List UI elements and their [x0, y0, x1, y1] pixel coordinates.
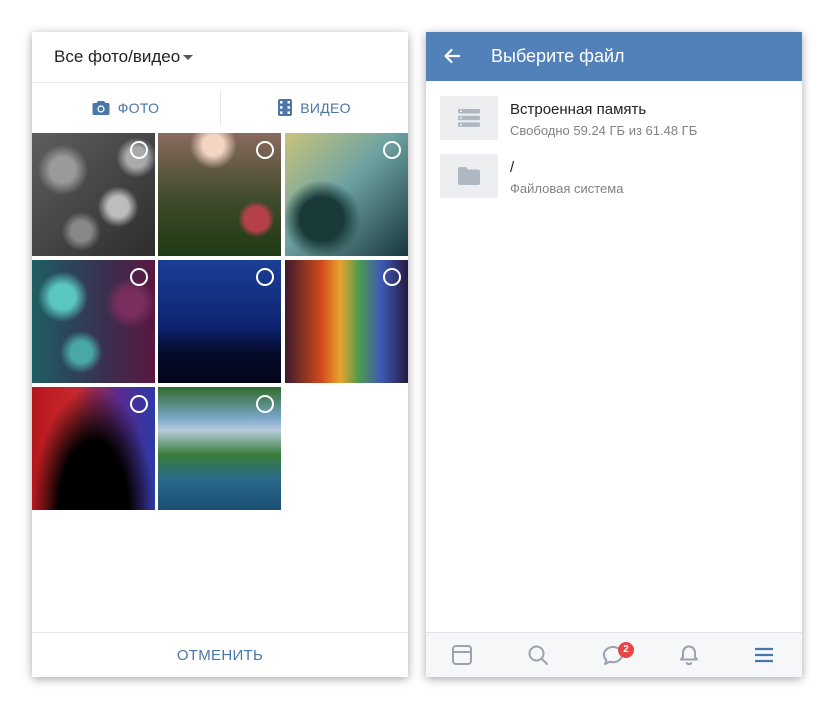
- select-circle[interactable]: [256, 141, 274, 159]
- file-item-name: /: [510, 159, 515, 176]
- search-icon[interactable]: [527, 644, 549, 666]
- camera-icon: [92, 100, 110, 116]
- select-circle[interactable]: [256, 395, 274, 413]
- photo-thumbnail[interactable]: [32, 133, 155, 256]
- bottom-navigation: 2: [426, 632, 802, 677]
- caret-down-icon: [183, 55, 194, 61]
- folder-icon: [440, 154, 498, 198]
- select-circle[interactable]: [130, 395, 148, 413]
- file-item-subtitle: Файловая система: [510, 181, 624, 196]
- messages-badge: 2: [618, 642, 634, 658]
- tab-photo[interactable]: ФОТО: [32, 83, 219, 132]
- album-dropdown-label: Все фото/видео: [54, 47, 181, 66]
- menu-icon[interactable]: [753, 644, 775, 666]
- tab-video-label: ВИДЕО: [300, 99, 351, 116]
- select-circle[interactable]: [256, 268, 274, 286]
- select-circle[interactable]: [383, 141, 401, 159]
- select-circle[interactable]: [383, 268, 401, 286]
- gallery-header: Все фото/видео: [32, 32, 408, 83]
- photo-thumbnail[interactable]: [158, 133, 281, 256]
- file-picker-panel: Выберите файл Встроенная память Свободно…: [426, 32, 802, 677]
- page-title: Выберите файл: [491, 46, 625, 66]
- gallery-panel: Все фото/видео ФОТО ВИДЕО ОТМЕНИТЬ: [32, 32, 408, 677]
- tab-video[interactable]: ВИДЕО: [221, 83, 408, 132]
- file-item-subtitle: Свободно 59.24 ГБ из 61.48 ГБ: [510, 123, 698, 138]
- news-icon[interactable]: [451, 644, 473, 666]
- select-circle[interactable]: [130, 268, 148, 286]
- album-dropdown[interactable]: Все фото/видео: [54, 47, 194, 67]
- photo-thumbnail[interactable]: [285, 133, 408, 256]
- app-bar: Выберите файл: [426, 32, 802, 81]
- photo-thumbnail[interactable]: [32, 260, 155, 383]
- notifications-icon[interactable]: [678, 644, 700, 666]
- photo-thumbnail[interactable]: [158, 260, 281, 383]
- storage-icon: [440, 96, 498, 140]
- select-circle[interactable]: [130, 141, 148, 159]
- gallery-footer: ОТМЕНИТЬ: [32, 632, 408, 677]
- photo-thumbnail[interactable]: [285, 260, 408, 383]
- file-item-root[interactable]: / Файловая система: [440, 154, 790, 200]
- photo-thumbnail[interactable]: [32, 387, 155, 510]
- media-tabs: ФОТО ВИДЕО: [32, 83, 408, 132]
- tab-photo-label: ФОТО: [117, 99, 160, 116]
- film-icon: [278, 99, 293, 116]
- back-arrow-icon[interactable]: [442, 46, 462, 66]
- cancel-button[interactable]: ОТМЕНИТЬ: [177, 647, 263, 664]
- file-item-name: Встроенная память: [510, 101, 647, 118]
- photo-thumbnail[interactable]: [158, 387, 281, 510]
- file-item-internal-storage[interactable]: Встроенная память Свободно 59.24 ГБ из 6…: [440, 96, 790, 142]
